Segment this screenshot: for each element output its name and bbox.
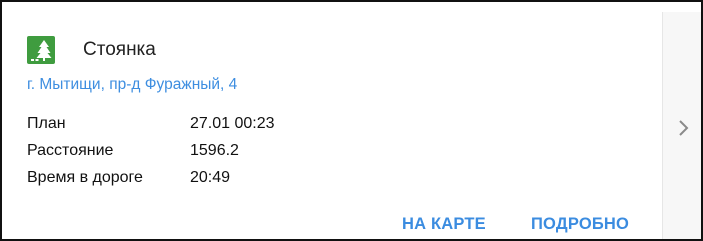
poi-title: Стоянка <box>83 39 156 60</box>
travel-time-value: 20:49 <box>190 169 231 186</box>
distance-value: 1596.2 <box>190 142 239 159</box>
parking-trees-icon <box>27 36 55 64</box>
travel-time-label: Время в дороге <box>27 169 143 186</box>
distance-label: Расстояние <box>27 142 114 159</box>
plan-label: План <box>27 115 66 132</box>
details-button[interactable]: ПОДРОБНО <box>531 214 629 234</box>
poi-address: г. Мытищи, пр-д Фуражный, 4 <box>27 76 238 93</box>
plan-value: 27.01 00:23 <box>190 115 275 132</box>
chevron-right-icon[interactable] <box>678 119 689 137</box>
show-on-map-button[interactable]: НА КАРТЕ <box>402 214 486 234</box>
